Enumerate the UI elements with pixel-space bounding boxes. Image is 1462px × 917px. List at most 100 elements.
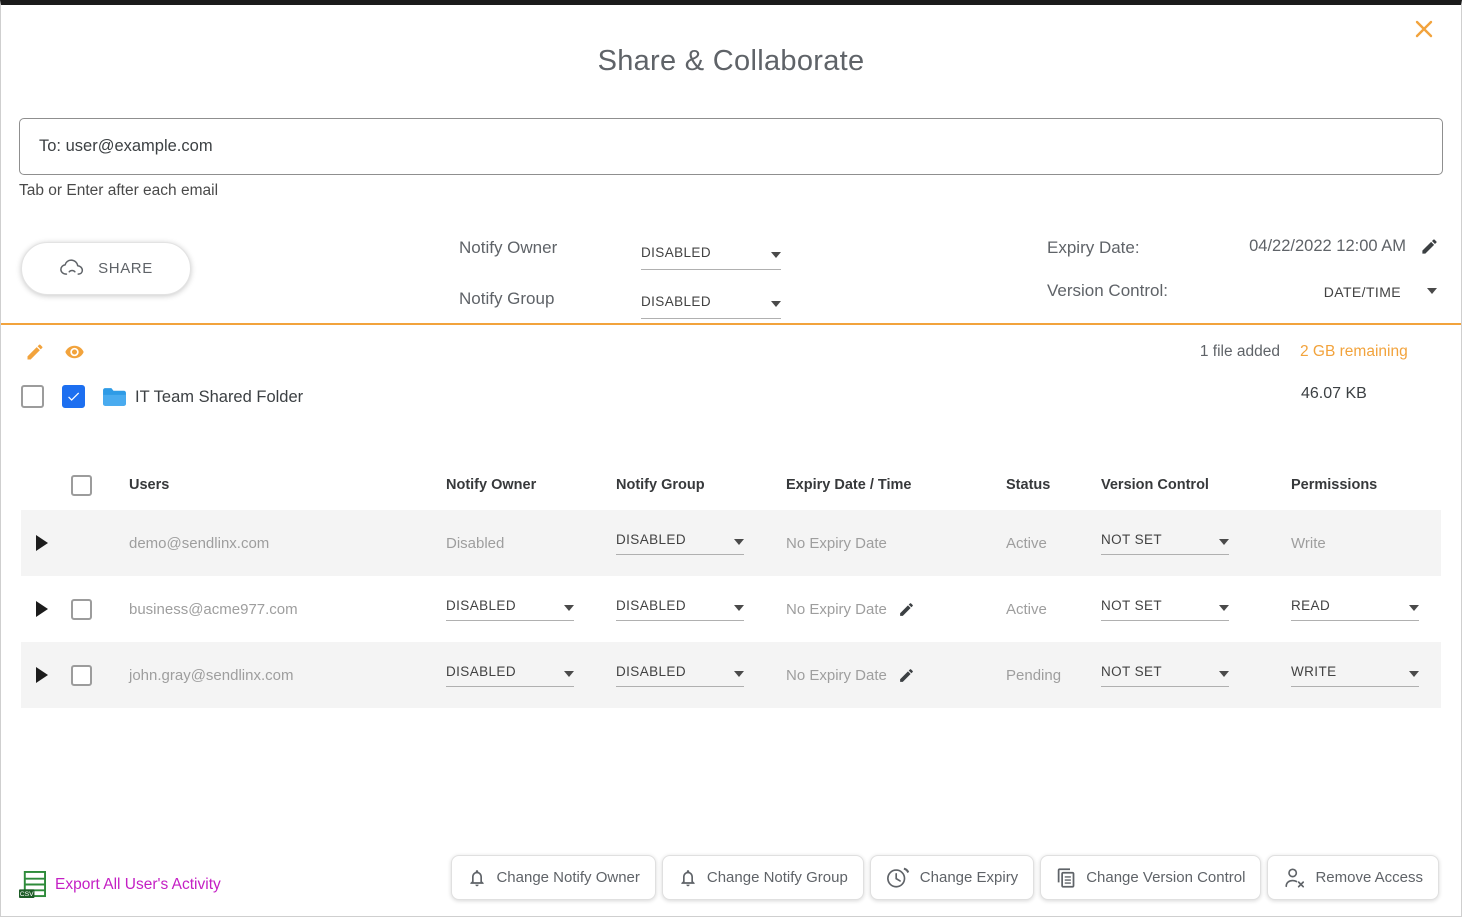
recipients-input[interactable]: To: user@example.com: [19, 118, 1443, 175]
expiry-date-group: 04/22/2022 12:00 AM: [1249, 237, 1439, 256]
notify-group-value: DISABLED: [616, 598, 686, 613]
status-text: Active: [1006, 601, 1101, 618]
change-version-control-button[interactable]: Change Version Control: [1040, 855, 1261, 900]
clock-alarm-icon: [886, 866, 911, 889]
chevron-down-icon: [1409, 605, 1419, 611]
edit-expiry-date-icon[interactable]: [1420, 237, 1439, 256]
share-settings-bar: SHARE Notify Owner DISABLED Notify Group…: [1, 231, 1461, 323]
edit-expiry-icon[interactable]: [898, 601, 915, 618]
status-text: Pending: [1006, 667, 1101, 684]
share-collaborate-modal: Share & Collaborate To: user@example.com…: [0, 0, 1462, 917]
recipients-input-value: To: user@example.com: [39, 137, 213, 156]
notify-group-label: Notify Group: [459, 289, 554, 309]
notify-owner-value: DISABLED: [641, 245, 711, 260]
status-text: Active: [1006, 535, 1101, 552]
header-version-control: Version Control: [1101, 477, 1291, 493]
remove-access-label: Remove Access: [1315, 869, 1423, 886]
users-table: Users Notify Owner Notify Group Expiry D…: [21, 460, 1441, 708]
notify-group-select[interactable]: DISABLED: [616, 598, 744, 621]
quota-remaining: 2 GB remaining: [1300, 343, 1408, 361]
version-control-select[interactable]: NOT SET: [1101, 664, 1229, 687]
notify-owner-label: Notify Owner: [459, 238, 557, 258]
expiry-text: No Expiry Date: [786, 667, 887, 684]
expand-row-icon[interactable]: [36, 667, 48, 683]
permissions-value: WRITE: [1291, 664, 1337, 679]
version-control-select[interactable]: NOT SET: [1101, 598, 1229, 621]
version-control-value: NOT SET: [1101, 664, 1162, 679]
preview-eye-icon[interactable]: [63, 342, 86, 367]
version-control-select[interactable]: DATE/TIME: [1324, 284, 1437, 300]
email-helper-text: Tab or Enter after each email: [19, 182, 218, 200]
remove-access-button[interactable]: Remove Access: [1267, 855, 1439, 900]
folder-select-all-checkbox[interactable]: [21, 385, 44, 408]
notify-owner-value: DISABLED: [446, 664, 516, 679]
chevron-down-icon: [771, 252, 781, 258]
chevron-down-icon: [734, 671, 744, 677]
change-notify-group-button[interactable]: Change Notify Group: [662, 855, 864, 900]
header-notify-group: Notify Group: [616, 477, 786, 493]
user-email: business@acme977.com: [121, 601, 446, 618]
permissions-select[interactable]: WRITE: [1291, 664, 1419, 687]
page-title: Share & Collaborate: [1, 45, 1461, 78]
change-notify-owner-button[interactable]: Change Notify Owner: [451, 855, 655, 900]
export-activity-link[interactable]: CSV Export All User's Activity: [19, 870, 221, 899]
expiry-date-value: 04/22/2022 12:00 AM: [1249, 237, 1406, 256]
change-expiry-button[interactable]: Change Expiry: [870, 855, 1034, 900]
notify-group-select[interactable]: DISABLED: [641, 294, 781, 319]
expiry-text: No Expiry Date: [786, 601, 887, 618]
expiry-date-label: Expiry Date:: [1047, 238, 1140, 258]
version-control-select[interactable]: NOT SET: [1101, 532, 1229, 555]
permissions-select[interactable]: READ: [1291, 598, 1419, 621]
folder-icon: [102, 387, 127, 413]
notify-group-select[interactable]: DISABLED: [616, 664, 744, 687]
expiry-text: No Expiry Date: [786, 535, 887, 552]
version-control-value: DATE/TIME: [1324, 284, 1401, 300]
notify-group-value: DISABLED: [641, 294, 711, 309]
check-icon: [66, 389, 81, 404]
accent-divider: [1, 323, 1461, 325]
csv-badge-label: CSV: [20, 891, 34, 898]
user-email: john.gray@sendlinx.com: [121, 667, 446, 684]
notify-owner-text: Disabled: [446, 535, 616, 552]
edit-expiry-icon[interactable]: [898, 667, 915, 684]
row-checkbox[interactable]: [71, 665, 92, 686]
notify-group-select[interactable]: DISABLED: [616, 532, 744, 555]
notify-owner-select[interactable]: DISABLED: [446, 664, 574, 687]
select-all-users-checkbox[interactable]: [71, 475, 92, 496]
table-row: business@acme977.com DISABLED DISABLED N…: [21, 576, 1441, 642]
user-email: demo@sendlinx.com: [121, 535, 446, 552]
chevron-down-icon: [564, 605, 574, 611]
chevron-down-icon: [734, 539, 744, 545]
permissions-value: READ: [1291, 598, 1330, 613]
change-notify-owner-label: Change Notify Owner: [496, 869, 639, 886]
change-version-control-label: Change Version Control: [1086, 869, 1245, 886]
expand-row-icon[interactable]: [36, 535, 48, 551]
folder-checkbox[interactable]: [62, 385, 85, 408]
share-cloud-icon: [59, 259, 87, 278]
share-button-label: SHARE: [98, 260, 153, 277]
files-added-count: 1 file added: [1200, 343, 1280, 361]
permissions-text: Write: [1291, 535, 1441, 552]
folder-size: 46.07 KB: [1301, 385, 1367, 403]
notify-owner-select[interactable]: DISABLED: [641, 245, 781, 270]
expand-row-icon[interactable]: [36, 601, 48, 617]
chevron-down-icon: [771, 301, 781, 307]
chevron-down-icon: [1219, 539, 1229, 545]
chevron-down-icon: [1409, 671, 1419, 677]
close-icon[interactable]: [1413, 18, 1435, 40]
bulk-actions-bar: Change Notify Owner Change Notify Group …: [451, 855, 1439, 900]
header-status: Status: [1006, 477, 1101, 493]
header-expiry: Expiry Date / Time: [786, 477, 1006, 493]
change-expiry-label: Change Expiry: [920, 869, 1018, 886]
remove-user-icon: [1283, 867, 1306, 889]
bell-icon: [678, 867, 698, 889]
folder-name: IT Team Shared Folder: [135, 388, 303, 407]
chevron-down-icon: [1219, 671, 1229, 677]
share-button[interactable]: SHARE: [21, 242, 191, 295]
row-checkbox[interactable]: [71, 599, 92, 620]
notify-owner-select[interactable]: DISABLED: [446, 598, 574, 621]
table-header-row: Users Notify Owner Notify Group Expiry D…: [21, 460, 1441, 510]
chevron-down-icon: [564, 671, 574, 677]
edit-icon[interactable]: [25, 342, 45, 367]
header-permissions: Permissions: [1291, 477, 1441, 493]
